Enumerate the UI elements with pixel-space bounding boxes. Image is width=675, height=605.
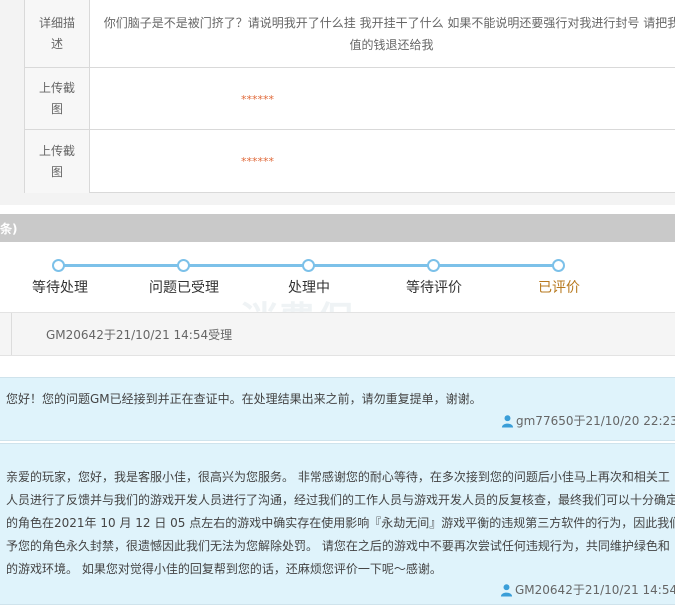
step-label-rated: 已评价 — [538, 280, 580, 296]
reply-line: 予您的角色永久封禁，很遗憾因此我们无法为您解除处罚。 请您在之后的游戏中不要再次… — [6, 539, 670, 553]
progress-tracker: 等待处理 问题已受理 处理中 等待评价 已评价 — [24, 250, 584, 300]
step-dot — [552, 259, 565, 272]
reply-meta: GM20642于21/10/21 14:54回 — [500, 581, 675, 598]
detail-row-screenshot-1: 上传截图 ****** — [25, 67, 675, 130]
reply-line: 人员进行了反馈并与我们的游戏开发人员进行了沟通，经过我们的工作人员与游戏开发人员… — [6, 493, 675, 507]
reply-text: 亲爱的玩家，您好，我是客服小佳，很高兴为您服务。 非常感谢您的耐心等待，在多次接… — [6, 466, 675, 581]
reply-author: gm77650于21/10/20 22:23回 — [516, 414, 675, 428]
gm-reply-2: 亲爱的玩家，您好，我是客服小佳，很高兴为您服务。 非常感谢您的耐心等待，在多次接… — [0, 443, 675, 605]
detail-label: 上传截图 — [25, 130, 90, 193]
detail-table: 详细描述 你们脑子是不是被门挤了？请说明我开了什么挂 我开挂干了什么 如果不能说… — [0, 0, 675, 205]
detail-label: 上传截图 — [25, 68, 90, 130]
detail-description-text: 你们脑子是不是被门挤了？请说明我开了什么挂 我开挂干了什么 如果不能说明还要强行… — [103, 16, 675, 52]
reply-text: 您好！您的问题GM已经接到并正在查证中。在处理结果出来之前，请勿重复提单，谢谢。 — [6, 392, 482, 406]
section-header: 条) — [0, 214, 675, 242]
step-dot — [427, 259, 440, 272]
screenshot-link[interactable]: ****** — [241, 93, 274, 106]
step-label-awaiting-rating: 等待评价 — [406, 280, 462, 296]
reply-line: 的角色在2021年 10 月 12 日 05 点左右的游戏中确实存在使用影响『永… — [6, 516, 675, 530]
step-label-pending: 等待处理 — [32, 280, 88, 296]
user-icon — [501, 414, 514, 427]
detail-row-screenshot-2: 上传截图 ****** — [25, 129, 675, 193]
section-title: 条) — [0, 222, 18, 236]
detail-label: 详细描述 — [25, 0, 90, 67]
step-label-processing: 处理中 — [288, 280, 330, 296]
accepted-text: GM20642于21/10/21 14:54受理 — [46, 328, 233, 342]
detail-row-description: 详细描述 你们脑子是不是被门挤了？请说明我开了什么挂 我开挂干了什么 如果不能说… — [25, 0, 675, 67]
reply-author: GM20642于21/10/21 14:54回 — [515, 583, 675, 597]
user-icon — [500, 583, 513, 596]
step-dot — [52, 259, 65, 272]
step-label-accepted: 问题已受理 — [149, 280, 219, 296]
accepted-row: GM20642于21/10/21 14:54受理 — [0, 312, 675, 356]
reply-line: 的游戏环境。 如果您对觉得小佳的回复帮到您的话，还麻烦您评价一下呢～感谢。 — [6, 562, 442, 576]
reply-line: 亲爱的玩家，您好，我是客服小佳，很高兴为您服务。 非常感谢您的耐心等待，在多次接… — [6, 470, 670, 484]
reply-meta: gm77650于21/10/20 22:23回 — [501, 412, 675, 429]
step-dot — [302, 259, 315, 272]
screenshot-link[interactable]: ****** — [241, 155, 274, 168]
gm-reply-1: 您好！您的问题GM已经接到并正在查证中。在处理结果出来之前，请勿重复提单，谢谢。… — [0, 377, 675, 441]
step-dot — [177, 259, 190, 272]
